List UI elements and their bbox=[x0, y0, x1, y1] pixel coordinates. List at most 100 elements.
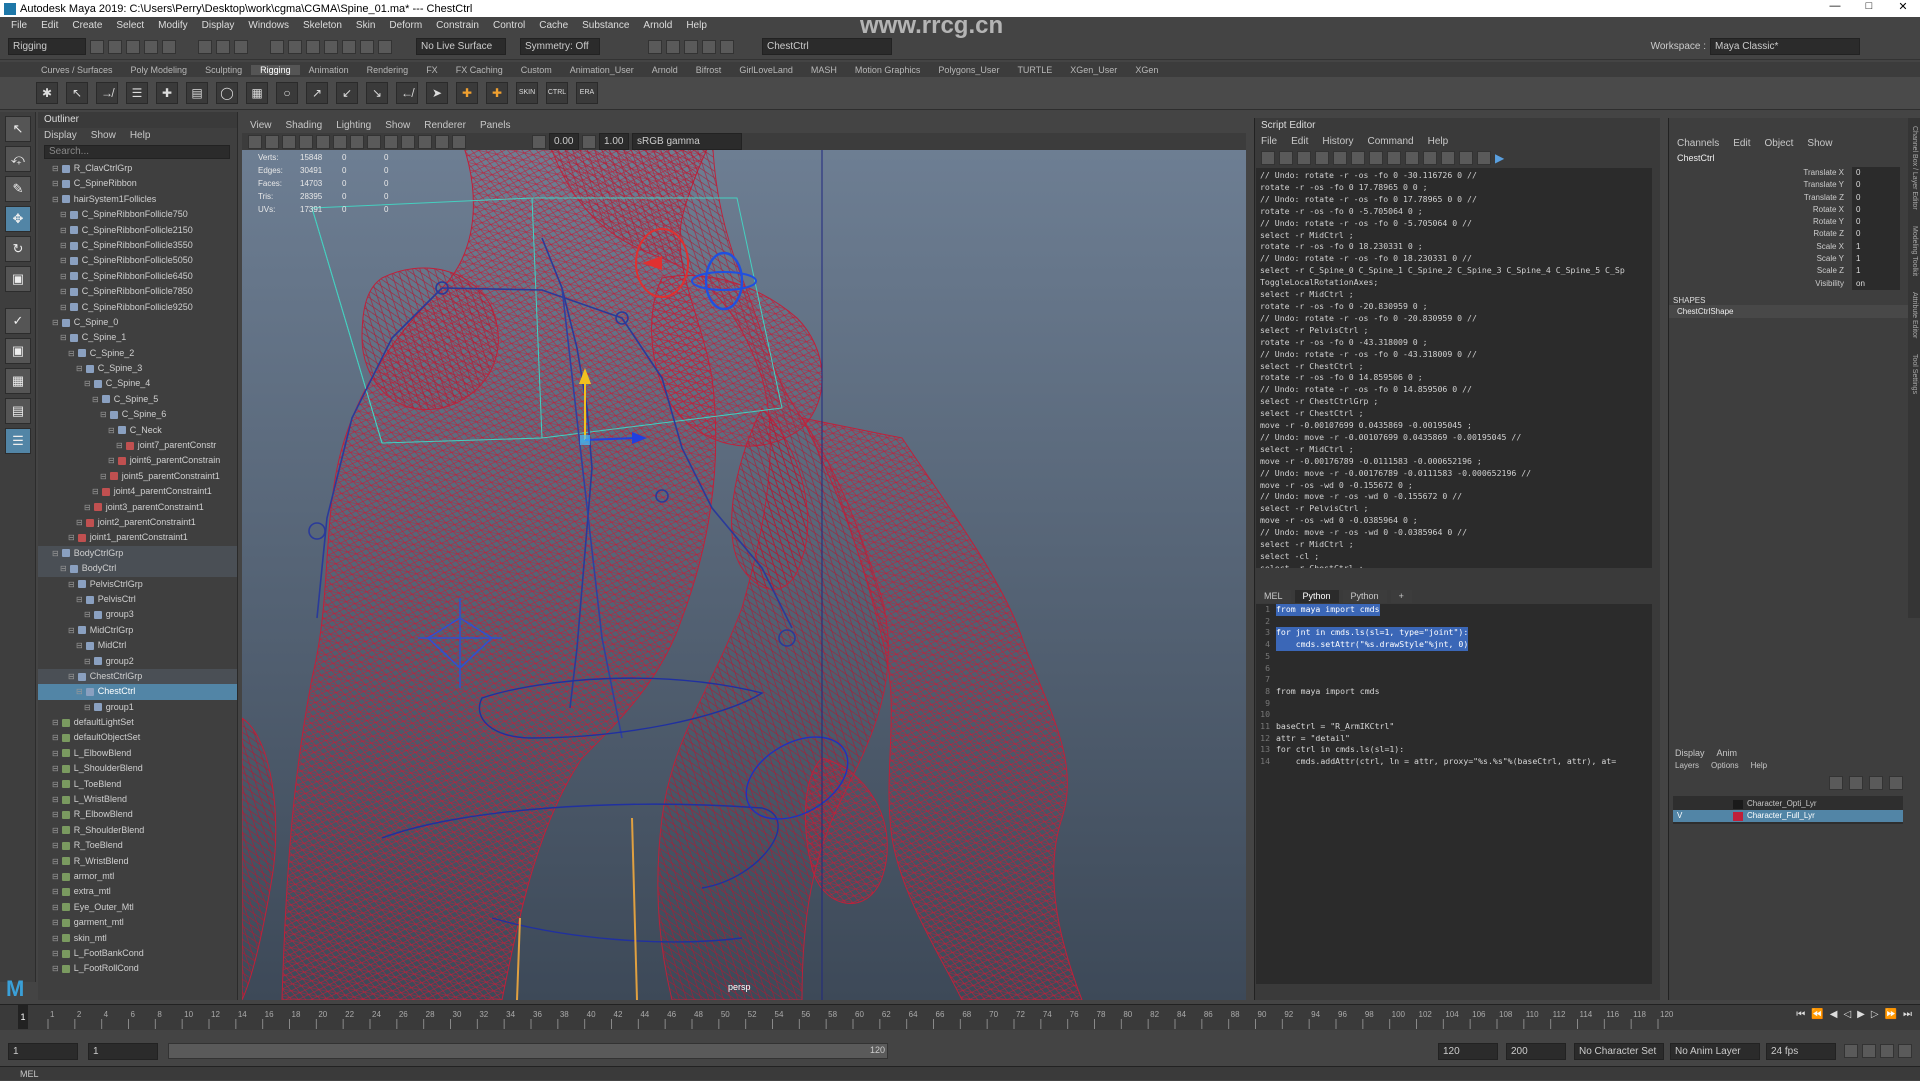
outliner-layout-icon[interactable]: ☰ bbox=[5, 428, 31, 454]
snap-point-icon[interactable] bbox=[306, 39, 320, 54]
persp-outliner-icon[interactable]: ▤ bbox=[5, 398, 31, 424]
expand-icon[interactable]: ⊟ bbox=[100, 472, 107, 481]
object-name-field[interactable]: ChestCtrl bbox=[762, 38, 892, 55]
shelf-tab[interactable]: Animation_User bbox=[561, 65, 643, 75]
outliner-item[interactable]: ⊟ joint4_parentConstraint1 bbox=[38, 484, 237, 499]
outliner-item[interactable]: ⊟ R_ClavCtrlGrp bbox=[38, 161, 237, 176]
outliner-item[interactable]: ⊟ MidCtrl bbox=[38, 638, 237, 653]
expand-icon[interactable]: ⊟ bbox=[92, 395, 99, 404]
expand-icon[interactable]: ⊟ bbox=[76, 518, 83, 527]
outliner-menu-item[interactable]: Help bbox=[130, 128, 151, 143]
outliner-item[interactable]: ⊟ C_SpineRibbonFollicle7850 bbox=[38, 284, 237, 299]
expand-icon[interactable]: ⊟ bbox=[60, 272, 67, 281]
shelf-tab[interactable]: GirlLoveLand bbox=[730, 65, 802, 75]
layer-down-icon[interactable] bbox=[1849, 776, 1863, 790]
outliner-item[interactable]: ⊟ skin_mtl bbox=[38, 931, 237, 946]
expand-icon[interactable]: ⊟ bbox=[52, 949, 59, 958]
shelf-tab[interactable]: Bifrost bbox=[687, 65, 731, 75]
shelf-tab[interactable]: Arnold bbox=[643, 65, 687, 75]
channel-menu-item[interactable]: Object bbox=[1765, 136, 1794, 151]
outliner-item[interactable]: ⊟ PelvisCtrlGrp bbox=[38, 577, 237, 592]
character-wireframe[interactable] bbox=[242, 118, 1083, 1000]
layer-menu-item[interactable]: Layers bbox=[1675, 761, 1699, 770]
channel-row[interactable]: Scale Y 1 bbox=[1669, 253, 1920, 266]
expand-icon[interactable]: ⊟ bbox=[52, 764, 59, 773]
outliner-item[interactable]: ⊟ joint2_parentConstraint1 bbox=[38, 515, 237, 530]
channel-row[interactable]: Scale Z 1 bbox=[1669, 265, 1920, 278]
outliner-item[interactable]: ⊟ L_FootRollCond bbox=[38, 961, 237, 976]
viewport-menu-item[interactable]: Renderer bbox=[424, 118, 466, 133]
expand-icon[interactable]: ⊟ bbox=[52, 179, 59, 188]
new-layer-selected-icon[interactable] bbox=[1889, 776, 1903, 790]
outliner-item[interactable]: ⊟ PelvisCtrl bbox=[38, 592, 237, 607]
outliner-item[interactable]: ⊟ BodyCtrl bbox=[38, 561, 237, 577]
save-scene-icon[interactable] bbox=[126, 39, 140, 54]
source-script-icon[interactable] bbox=[1279, 151, 1293, 165]
outliner-item[interactable]: ⊟ R_ShoulderBlend bbox=[38, 823, 237, 838]
expand-icon[interactable]: ⊟ bbox=[76, 687, 83, 696]
outliner-item[interactable]: ⊟ C_SpineRibbonFollicle9250 bbox=[38, 300, 237, 315]
smooth-shade-icon[interactable] bbox=[367, 134, 381, 149]
clear-history-icon[interactable] bbox=[1333, 151, 1347, 165]
layer-up-icon[interactable] bbox=[1829, 776, 1843, 790]
expand-icon[interactable]: ⊟ bbox=[76, 364, 83, 373]
menu-constrain[interactable]: Constrain bbox=[429, 20, 486, 31]
create-joints-icon[interactable]: ✱ bbox=[36, 82, 58, 104]
line-numbers-icon[interactable] bbox=[1459, 151, 1473, 165]
four-view-icon[interactable]: ▦ bbox=[5, 368, 31, 394]
expand-icon[interactable]: ⊟ bbox=[52, 749, 59, 758]
expand-icon[interactable]: ⊟ bbox=[52, 810, 59, 819]
expand-icon[interactable]: ⊟ bbox=[116, 441, 123, 450]
shelf-tab[interactable]: Sculpting bbox=[196, 65, 251, 75]
expand-icon[interactable]: ⊟ bbox=[52, 795, 59, 804]
textured-icon[interactable] bbox=[384, 134, 398, 149]
skin-script-icon[interactable]: SKIN bbox=[516, 82, 538, 104]
play-forward-icon[interactable]: ▶ bbox=[1857, 1009, 1865, 1020]
clear-all-icon[interactable] bbox=[1369, 151, 1383, 165]
channel-value[interactable]: 0 bbox=[1852, 203, 1900, 217]
menu-substance[interactable]: Substance bbox=[575, 20, 636, 31]
channel-row[interactable]: Visibility on bbox=[1669, 277, 1920, 290]
expand-icon[interactable]: ⊟ bbox=[52, 903, 59, 912]
mirror-joint-icon[interactable]: ☰ bbox=[126, 82, 148, 104]
expand-icon[interactable]: ⊟ bbox=[52, 857, 59, 866]
outliner-item[interactable]: ⊟ ChestCtrl bbox=[38, 684, 237, 700]
execute-icon[interactable]: ▶ bbox=[1495, 151, 1504, 165]
outliner-item[interactable]: ⊟ MidCtrlGrp bbox=[38, 623, 237, 638]
single-perspective-icon[interactable]: ▣ bbox=[5, 338, 31, 364]
outliner-item[interactable]: ⊟ C_Spine_4 bbox=[38, 376, 237, 391]
pole-vector-icon[interactable]: ➤ bbox=[426, 82, 448, 104]
outliner-item[interactable]: ⊟ C_Spine_1 bbox=[38, 330, 237, 345]
outliner-item[interactable]: ⊟ joint1_parentConstraint1 bbox=[38, 530, 237, 545]
viewport-menu-item[interactable]: Panels bbox=[480, 118, 511, 133]
layer-row[interactable]: Character_Opti_Lyr bbox=[1673, 798, 1903, 810]
open-scene-icon[interactable] bbox=[108, 39, 122, 54]
expand-icon[interactable]: ⊟ bbox=[108, 426, 115, 435]
workspace-dropdown[interactable]: Maya Classic* bbox=[1710, 38, 1860, 55]
channel-value[interactable]: 0 bbox=[1852, 191, 1900, 204]
snap-grid-icon[interactable] bbox=[270, 39, 284, 54]
menu-control[interactable]: Control bbox=[486, 20, 532, 31]
expand-icon[interactable]: ⊟ bbox=[68, 626, 75, 635]
anim-end-field[interactable]: 200 bbox=[1506, 1042, 1566, 1060]
snap-plane-icon[interactable] bbox=[324, 39, 338, 54]
show-input-icon[interactable] bbox=[1405, 151, 1419, 165]
script-tab[interactable]: MEL bbox=[1256, 590, 1291, 603]
loop-icon[interactable] bbox=[1844, 1044, 1858, 1058]
maximize-button[interactable]: □ bbox=[1852, 0, 1886, 13]
menu-cache[interactable]: Cache bbox=[532, 20, 575, 31]
center-pivot-icon[interactable]: ✚ bbox=[486, 82, 508, 104]
scale-tool-icon[interactable]: ▣ bbox=[5, 266, 31, 292]
viewport-persp[interactable] bbox=[242, 118, 1246, 1000]
menu-file[interactable]: File bbox=[4, 20, 34, 31]
open-script-icon[interactable] bbox=[1261, 151, 1275, 165]
execute-all-icon[interactable] bbox=[1477, 151, 1491, 165]
outliner-item[interactable]: ⊟ C_Neck bbox=[38, 423, 237, 438]
shelf-tab[interactable]: Poly Modeling bbox=[122, 65, 197, 75]
redo-icon[interactable] bbox=[162, 39, 176, 54]
outliner-item[interactable]: ⊟ R_ToeBlend bbox=[38, 838, 237, 853]
playback-end-field[interactable]: 120 bbox=[1438, 1042, 1498, 1060]
command-language-label[interactable]: MEL bbox=[20, 1069, 39, 1079]
outliner-item[interactable]: ⊟ C_SpineRibbon bbox=[38, 176, 237, 191]
script-menu-item[interactable]: History bbox=[1322, 134, 1353, 149]
